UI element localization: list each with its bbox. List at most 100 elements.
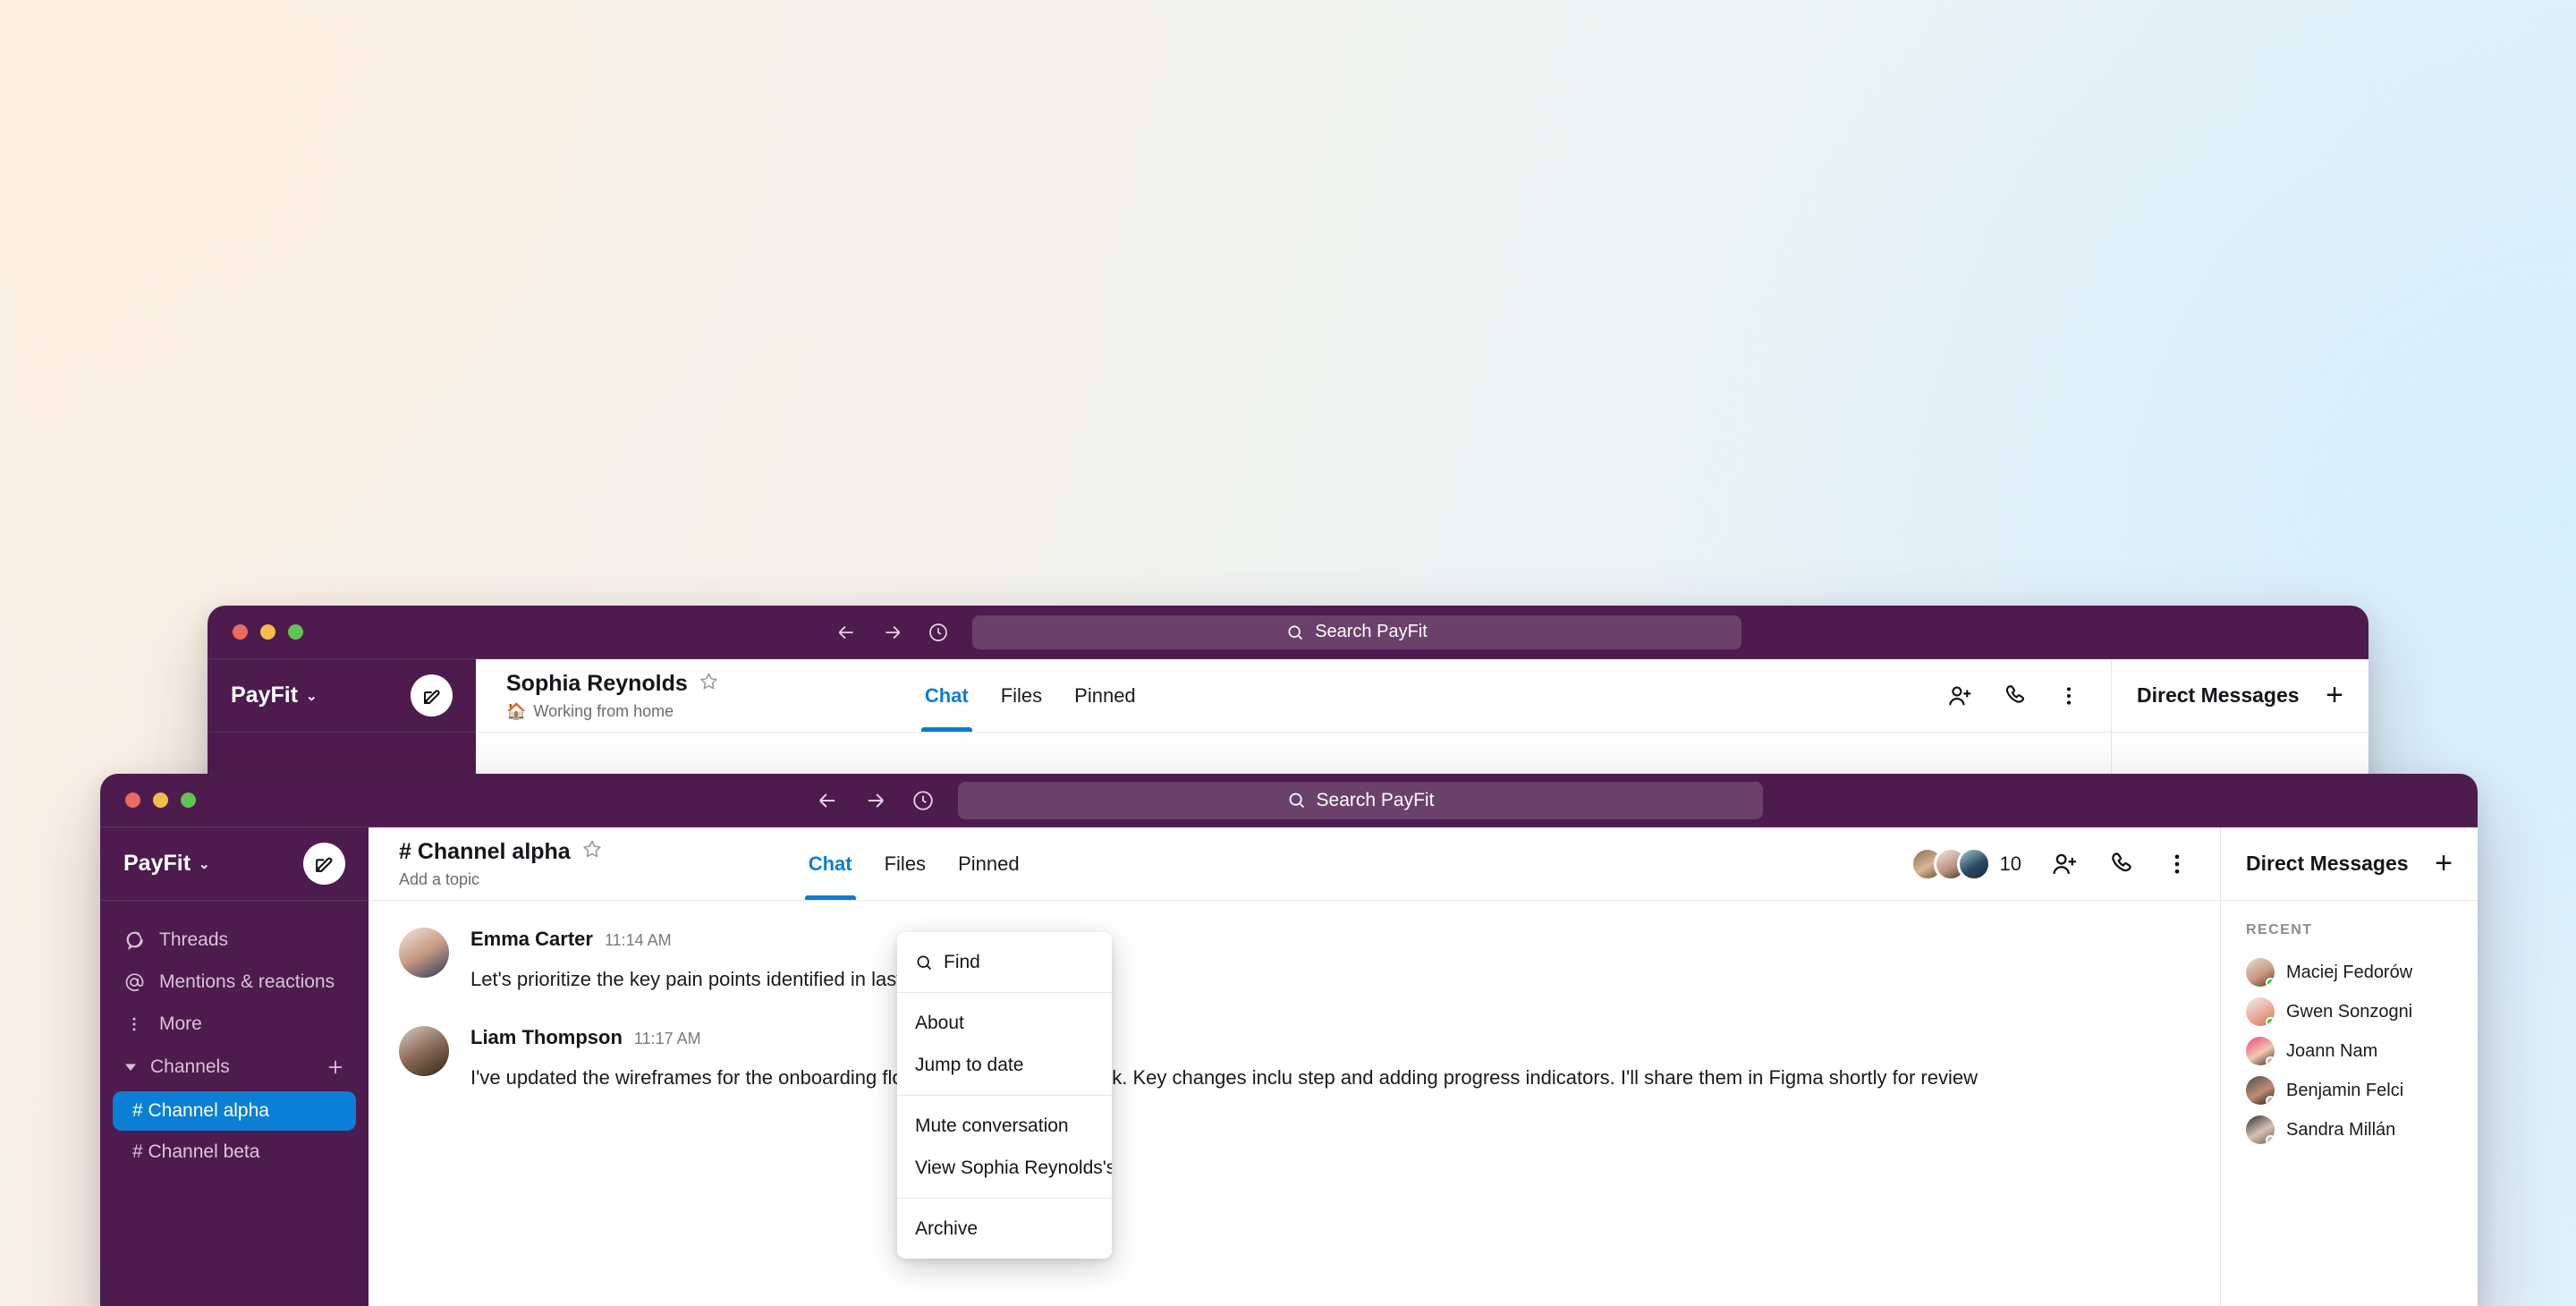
tab-pinned[interactable]: Pinned <box>958 827 1020 900</box>
sidebar-item-channel-alpha[interactable]: # Channel alpha <box>113 1091 356 1131</box>
compose-icon[interactable] <box>303 843 345 885</box>
plus-icon[interactable]: + <box>2326 680 2343 711</box>
channel-topic[interactable]: Add a topic <box>399 870 603 889</box>
more-options-icon[interactable] <box>2057 684 2080 708</box>
arrow-left-icon[interactable] <box>815 788 840 813</box>
presence-indicator <box>2266 1017 2275 1026</box>
clock-icon[interactable] <box>928 622 949 643</box>
search-placeholder-text: Search PayFit <box>1316 789 1435 810</box>
menu-item-find[interactable]: Find <box>897 941 1112 983</box>
message-list: Emma Carter 11:14 AM Let's prioritize th… <box>369 901 2220 1306</box>
avatar <box>2246 1037 2275 1065</box>
channel-title: # Channel alpha <box>399 838 603 866</box>
menu-group-actions: Mute conversation View Sophia Reynolds's… <box>897 1095 1112 1198</box>
direct-messages-header: Direct Messages + <box>2112 659 2368 733</box>
clock-icon[interactable] <box>911 789 935 812</box>
conversation-tabs: Chat Files Pinned <box>804 827 1020 900</box>
workspace-switcher[interactable]: PayFit ⌄ <box>231 683 318 708</box>
search-input[interactable]: Search PayFit <box>958 781 1763 819</box>
direct-messages-panel: Direct Messages + RECENT Maciej Fedorów … <box>2220 827 2478 1306</box>
avatar <box>2246 958 2275 987</box>
direct-messages-title: Direct Messages <box>2246 852 2409 875</box>
list-item[interactable]: Gwen Sonzogni <box>2246 992 2453 1031</box>
add-people-icon[interactable] <box>1946 683 1973 709</box>
list-item[interactable]: Benjamin Felci <box>2246 1071 2453 1110</box>
plus-icon[interactable]: + <box>2435 848 2453 879</box>
status-text: Working from home <box>533 701 674 720</box>
call-icon[interactable] <box>2107 850 2136 878</box>
channels-section-header[interactable]: Channels <box>100 1045 369 1090</box>
compose-icon[interactable] <box>411 674 453 717</box>
menu-item-jump-to-date[interactable]: Jump to date <box>897 1044 1112 1086</box>
presence-indicator <box>2266 1096 2275 1105</box>
window-titlebar: Search PayFit <box>208 606 2368 659</box>
plus-icon[interactable] <box>326 1057 345 1077</box>
sidebar-item-threads[interactable]: Threads <box>100 919 369 961</box>
menu-group-info: About Jump to date <box>897 992 1112 1095</box>
contact-name: Maciej Fedorów <box>2286 962 2413 982</box>
conversation-header: Sophia Reynolds 🏠 Working from home Chat… <box>476 659 2111 733</box>
tab-files[interactable]: Files <box>885 827 926 900</box>
menu-item-label: Find <box>944 951 980 972</box>
tab-chat[interactable]: Chat <box>920 659 972 732</box>
threads-icon <box>123 929 145 951</box>
more-vertical-icon <box>123 1013 145 1035</box>
arrow-left-icon[interactable] <box>835 621 858 644</box>
window-titlebar: Search PayFit <box>100 774 2478 827</box>
message-item: Liam Thompson 11:17 AM I've updated the … <box>399 1025 2190 1096</box>
menu-item-about[interactable]: About <box>897 1002 1112 1044</box>
triangle-down-icon[interactable] <box>123 1060 138 1074</box>
star-icon[interactable] <box>581 838 603 866</box>
search-input[interactable]: Search PayFit <box>972 615 1741 649</box>
workspace-name: PayFit <box>231 683 299 708</box>
list-item[interactable]: Sandra Millán <box>2246 1110 2453 1149</box>
menu-item-view-profile[interactable]: View Sophia Reynolds's profile <box>897 1147 1112 1189</box>
avatar <box>399 928 449 978</box>
conversation-tabs: Chat Files Pinned <box>920 659 1136 732</box>
channels-section-label: Channels <box>150 1056 230 1077</box>
message-timestamp: 11:17 AM <box>633 1029 701 1047</box>
search-icon <box>1286 623 1304 641</box>
menu-item-mute-conversation[interactable]: Mute conversation <box>897 1105 1112 1147</box>
tab-chat[interactable]: Chat <box>804 827 856 900</box>
menu-group-archive: Archive <box>897 1198 1112 1259</box>
presence-indicator <box>2266 978 2275 987</box>
menu-item-archive[interactable]: Archive <box>897 1208 1112 1250</box>
conversation-header: # Channel alpha Add a topic Chat Files P… <box>369 827 2220 901</box>
tab-files[interactable]: Files <box>1001 659 1042 732</box>
more-options-icon[interactable] <box>2165 852 2190 877</box>
foreground-chat-window[interactable]: Search PayFit PayFit ⌄ Threads Mentions … <box>100 774 2478 1306</box>
message-item: Emma Carter 11:14 AM Let's prioritize th… <box>399 928 2190 997</box>
arrow-right-icon[interactable] <box>863 788 888 813</box>
member-facepile[interactable]: 10 <box>1910 846 2021 881</box>
contact-name: Sandra Millán <box>2286 1119 2396 1140</box>
workspace-switcher[interactable]: PayFit ⌄ <box>123 851 210 877</box>
sidebar-nav-list: Threads Mentions & reactions More Channe… <box>100 901 369 1172</box>
menu-group-find: Find <box>897 932 1112 992</box>
sidebar-item-mentions[interactable]: Mentions & reactions <box>100 961 369 1003</box>
direct-messages-title: Direct Messages <box>2137 683 2300 707</box>
list-item[interactable]: Maciej Fedorów <box>2246 953 2453 992</box>
tab-pinned[interactable]: Pinned <box>1074 659 1136 732</box>
sidebar-item-more[interactable]: More <box>100 1003 369 1045</box>
at-mention-icon <box>123 971 145 993</box>
message-text: Let's prioritize the key pain points ide… <box>470 968 1099 990</box>
search-placeholder-text: Search PayFit <box>1315 622 1428 641</box>
call-icon[interactable] <box>2002 683 2029 709</box>
message-timestamp: 11:14 AM <box>604 931 672 949</box>
sidebar-item-channel-beta[interactable]: # Channel beta <box>113 1132 356 1172</box>
chevron-down-icon: ⌄ <box>306 688 318 704</box>
arrow-right-icon[interactable] <box>881 621 904 644</box>
conversation-options-menu[interactable]: Find About Jump to date Mute conversatio… <box>897 932 1112 1259</box>
avatar <box>2246 1076 2275 1105</box>
message-text: I've updated the wireframes for the onbo… <box>470 1065 1978 1089</box>
conversation-main: # Channel alpha Add a topic Chat Files P… <box>369 827 2220 1306</box>
list-item[interactable]: Joann Nam <box>2246 1031 2453 1071</box>
sidebar-header: PayFit ⌄ <box>208 659 476 733</box>
search-icon <box>915 954 933 971</box>
add-people-icon[interactable] <box>2050 850 2079 878</box>
sidebar-item-label: Threads <box>159 929 229 950</box>
conversation-status: 🏠 Working from home <box>506 702 719 721</box>
star-icon[interactable] <box>699 671 719 698</box>
sidebar-item-label: Mentions & reactions <box>159 971 335 992</box>
